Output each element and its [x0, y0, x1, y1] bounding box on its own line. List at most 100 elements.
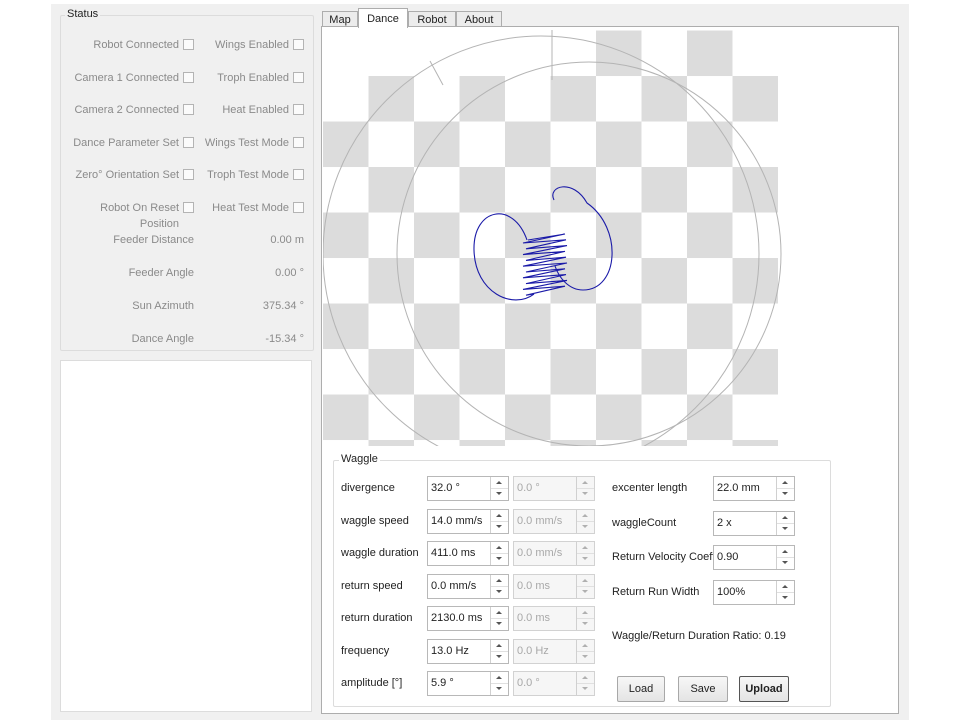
- param-secondary-spinbox: 0.0 mm/s: [513, 541, 595, 566]
- spin-down-icon[interactable]: [777, 592, 794, 603]
- param-label: Return Run Width: [612, 585, 700, 598]
- spinbox-value: 5.9 °: [431, 677, 454, 689]
- spinbox-value: 411.0 ms: [431, 547, 476, 559]
- param-spinbox[interactable]: 32.0 °: [427, 476, 509, 501]
- param-spinbox[interactable]: 5.9 °: [427, 671, 509, 696]
- status-checkbox[interactable]: [293, 39, 304, 50]
- status-checkbox[interactable]: [293, 201, 304, 213]
- arrow-down-icon: [496, 524, 502, 528]
- spinbox-value: 0.0 ms: [517, 579, 551, 592]
- spin-down-icon: [577, 618, 594, 629]
- param-secondary-spinbox: 0.0 mm/s: [513, 508, 595, 534]
- arrow-down-icon: [496, 622, 502, 625]
- param-label: waggle speed: [341, 514, 409, 527]
- spin-down-icon: [577, 488, 594, 499]
- arrow-up-icon: [496, 481, 502, 484]
- checker-square: [505, 212, 551, 259]
- arrow-up-icon: [782, 515, 788, 519]
- spinbox-arrows: [490, 574, 508, 598]
- spin-down-icon[interactable]: [491, 488, 508, 499]
- param-spinbox[interactable]: 0.0 mm/s: [427, 573, 509, 599]
- checker-square: [687, 303, 733, 350]
- param-secondary-spinbox: 0.0 °: [513, 671, 595, 696]
- spin-down-icon[interactable]: [491, 683, 508, 694]
- param-label: divergence: [341, 482, 395, 494]
- spinbox-arrows: [490, 509, 508, 533]
- spinbox-value: 0.0 ms: [517, 612, 551, 624]
- checker-square: [641, 349, 687, 395]
- checker-square: [414, 303, 460, 350]
- status-label: Zero° Orientation Set: [75, 169, 179, 181]
- spin-down-icon: [577, 521, 594, 532]
- status-checkbox[interactable]: [293, 104, 304, 115]
- dance-canvas[interactable]: [323, 28, 899, 446]
- param-spinbox[interactable]: 13.0 Hz: [427, 638, 509, 664]
- status-label: Dance Parameter Set: [73, 136, 179, 149]
- spin-down-icon[interactable]: [491, 586, 508, 597]
- status-label: Wings Enabled: [215, 39, 289, 51]
- dance-visualization: [323, 30, 782, 446]
- status-value-label: Feeder Distance: [113, 234, 194, 246]
- status-checkbox[interactable]: [293, 169, 304, 180]
- param-spinbox[interactable]: 100%: [713, 579, 795, 605]
- checker-square: [550, 76, 596, 122]
- status-label: Heat Test Mode: [212, 201, 289, 214]
- checker-square: [596, 303, 642, 350]
- arrow-up-icon: [496, 578, 502, 582]
- checker-square: [459, 440, 505, 446]
- arrow-down-icon: [782, 492, 788, 495]
- spinbox-value: 32.0 °: [431, 482, 460, 494]
- arrow-up-icon: [496, 676, 502, 679]
- checker-square: [550, 349, 596, 395]
- checker-square: [732, 167, 778, 213]
- checker-square: [323, 212, 369, 259]
- arrow-down-icon: [582, 687, 588, 690]
- arrow-down-icon: [582, 492, 588, 495]
- arrow-down-icon: [582, 557, 588, 560]
- param-spinbox[interactable]: 14.0 mm/s: [427, 508, 509, 534]
- status-label: Camera 2 Connected: [74, 104, 179, 116]
- arrow-up-icon: [782, 481, 788, 484]
- arrow-down-icon: [782, 595, 788, 599]
- param-label: return speed: [341, 579, 403, 592]
- checker-square: [687, 30, 733, 77]
- duration-ratio-label: Waggle/Return Duration Ratio: 0.19: [612, 630, 786, 642]
- spin-down-icon[interactable]: [777, 557, 794, 568]
- load-button[interactable]: Load: [617, 676, 665, 702]
- tab-dance[interactable]: Dance: [358, 8, 408, 28]
- checker-square: [414, 394, 460, 441]
- status-label: Camera 1 Connected: [74, 71, 179, 84]
- param-spinbox[interactable]: 2130.0 ms: [427, 606, 509, 631]
- spinbox-arrows: [576, 639, 594, 663]
- param-secondary-spinbox: 0.0 °: [513, 476, 595, 501]
- status-label: Troph Test Mode: [207, 169, 289, 181]
- spin-down-icon[interactable]: [491, 553, 508, 564]
- tab-map[interactable]: Map: [322, 11, 358, 27]
- arrow-up-icon: [496, 546, 502, 549]
- param-spinbox[interactable]: 0.90: [713, 545, 795, 570]
- spin-down-icon[interactable]: [777, 523, 794, 534]
- spinbox-value: 0.0 °: [517, 482, 540, 494]
- spin-down-icon[interactable]: [491, 651, 508, 662]
- status-checkbox[interactable]: [293, 136, 304, 148]
- param-spinbox[interactable]: 411.0 ms: [427, 541, 509, 566]
- spin-down-icon[interactable]: [491, 521, 508, 532]
- checker-square: [368, 258, 414, 304]
- save-button[interactable]: Save: [678, 676, 728, 702]
- spin-down-icon[interactable]: [491, 618, 508, 629]
- param-spinbox[interactable]: 2 x: [713, 510, 795, 536]
- spinbox-value: 0.0 mm/s: [517, 514, 563, 527]
- checker-square: [368, 349, 414, 395]
- tab-robot[interactable]: Robot: [408, 11, 456, 27]
- status-checkbox[interactable]: [293, 71, 304, 83]
- status-label: Heat Enabled: [222, 104, 289, 116]
- spin-down-icon[interactable]: [777, 488, 794, 499]
- spinbox-value: 0.0 Hz: [517, 644, 549, 657]
- arrow-down-icon: [496, 654, 502, 658]
- arrow-down-icon: [582, 524, 588, 528]
- param-spinbox[interactable]: 22.0 mm: [713, 476, 795, 501]
- status-value: 0.00 °: [275, 267, 304, 279]
- arrow-down-icon: [582, 589, 588, 593]
- tab-about[interactable]: About: [456, 11, 502, 27]
- upload-button[interactable]: Upload: [739, 676, 789, 702]
